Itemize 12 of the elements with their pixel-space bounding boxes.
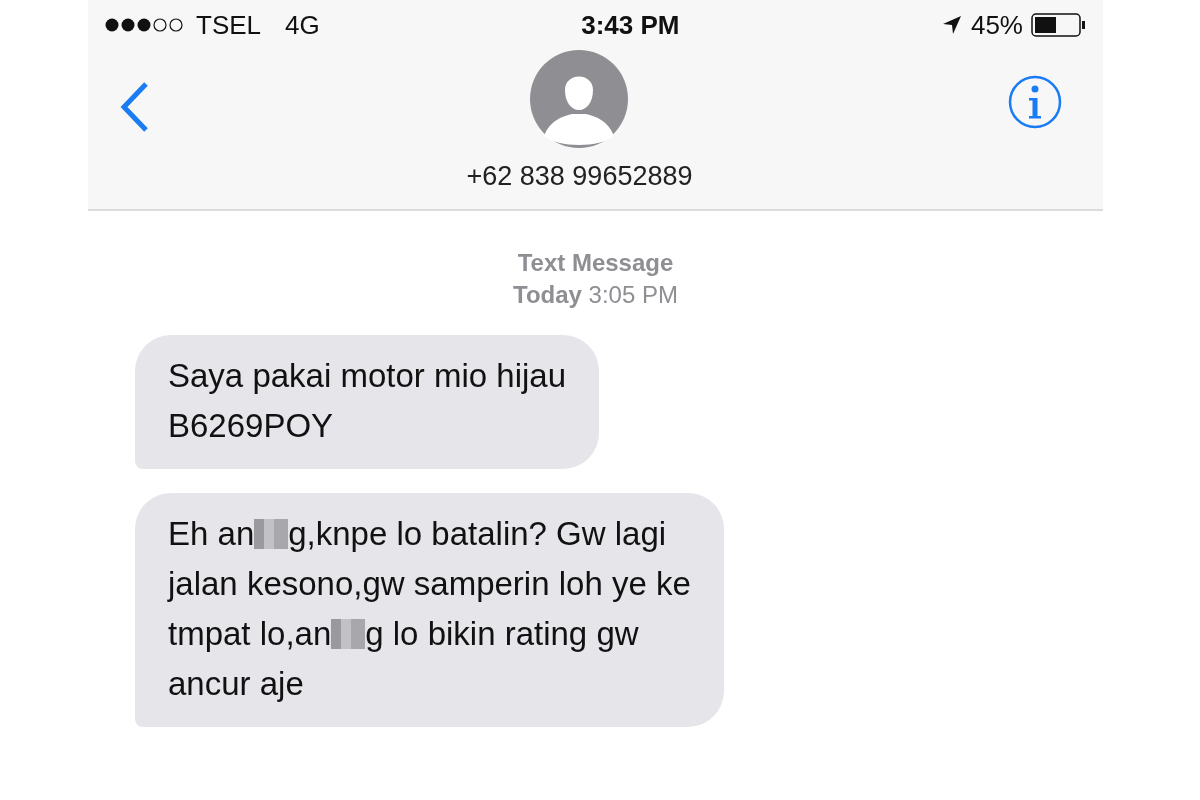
message-bubble: Eh an g,knpe lo batalin? Gw lagi jalan kesono,gw samperin loh ye ke tmpat lo,an g lo bikin rating gw ancur aje	[135, 493, 724, 727]
info-icon[interactable]	[1007, 74, 1063, 130]
contact-number[interactable]: +62 838 99652889	[466, 156, 693, 197]
network-type: 4G	[285, 8, 320, 42]
avatar-icon[interactable]	[530, 50, 629, 148]
clock-time: 3:43 PM	[581, 8, 680, 42]
carrier-name: TSEL	[196, 8, 262, 42]
battery-percent: 45%	[970, 8, 1023, 42]
message-timestamp: Today 3:05 PM	[513, 280, 678, 310]
battery-icon	[1031, 13, 1087, 37]
message-bubble: Saya pakai motor mio hijau B6269POY	[135, 335, 600, 469]
message-type-label: Text Message	[517, 248, 674, 278]
